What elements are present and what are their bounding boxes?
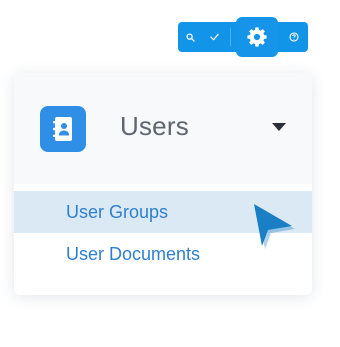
users-menu-panel: Users User Groups User Documents — [14, 73, 312, 295]
gear-icon — [247, 27, 267, 47]
address-book-icon — [53, 117, 72, 141]
toolbar-settings-button[interactable] — [236, 17, 278, 57]
caret-down-icon[interactable] — [271, 121, 287, 133]
users-header-label: Users — [120, 111, 189, 141]
menu-item-label: User Groups — [66, 201, 169, 222]
floating-toolbar — [178, 17, 308, 57]
help-icon — [289, 32, 299, 42]
users-menu-header[interactable]: Users — [14, 73, 312, 184]
toolbar-search-button[interactable] — [180, 22, 200, 52]
menu-item-label: User Documents — [66, 243, 201, 264]
toolbar-help-button[interactable] — [284, 22, 304, 52]
check-icon — [209, 33, 219, 41]
search-icon — [185, 32, 195, 42]
toolbar-check-button[interactable] — [204, 22, 224, 52]
toolbar-divider — [230, 28, 231, 46]
pointer-arrow-icon — [254, 204, 295, 249]
users-header-icon-tile — [40, 106, 86, 152]
